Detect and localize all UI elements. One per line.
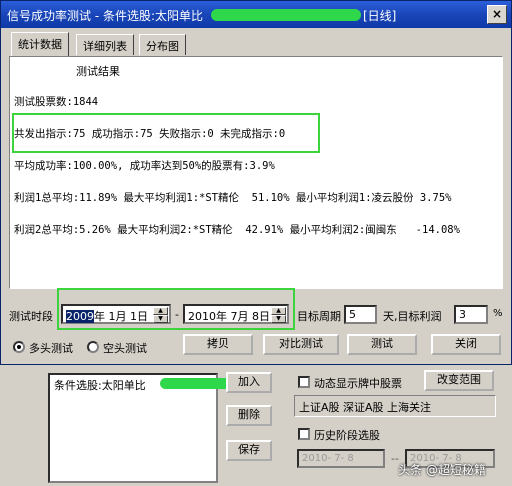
copy-button[interactable]: 拷贝 xyxy=(183,334,253,355)
period-label: 测试时段 xyxy=(9,310,53,323)
results-panel: 测试结果 测试股票数:1844 共发出指示:75 成功指示:75 失败指示:0 … xyxy=(9,56,503,289)
profit1-summary: 利润1总平均:11.89% 最大平均利润1:*ST精伦 51.10% 最小平均利… xyxy=(14,192,452,204)
radio-long-label[interactable]: 多头测试 xyxy=(29,340,73,356)
range-text: 上证A股 深证A股 上海关注 xyxy=(299,401,432,414)
target-profit-label: 天,目标利润 xyxy=(383,310,442,323)
title-bar: 信号成功率测试 - 条件选股:太阳单比 [日线] × xyxy=(1,1,511,28)
change-range-button[interactable]: 改变范围 xyxy=(424,370,494,391)
test-button[interactable]: 测试 xyxy=(347,334,417,355)
condition-list[interactable]: 条件选股:太阳单比 xyxy=(48,373,246,483)
add-button[interactable]: 加入 xyxy=(226,372,272,393)
signals-highlight xyxy=(12,113,320,153)
dynamic-display-label: 动态显示牌中股票 xyxy=(314,377,402,390)
save-button[interactable]: 保存 xyxy=(226,440,272,461)
history-label: 历史阶段选股 xyxy=(314,429,380,442)
close-button[interactable]: 关闭 xyxy=(431,334,501,355)
watermark: 头条 @超短秘籍 xyxy=(398,463,486,477)
compare-test-button[interactable]: 对比测试 xyxy=(263,334,339,355)
history-checkbox[interactable] xyxy=(298,428,310,440)
close-icon[interactable]: × xyxy=(487,5,507,24)
signal-test-dialog: 信号成功率测试 - 条件选股:太阳单比 [日线] × 统计数据 详细列表 分布图… xyxy=(0,0,512,365)
window-title-suffix: [日线] xyxy=(363,9,397,23)
radio-long-test[interactable] xyxy=(13,341,25,353)
percent-label: % xyxy=(493,308,503,319)
target-period-label: 目标周期 xyxy=(297,310,341,323)
window-title: 信号成功率测试 - 条件选股:太阳单比 xyxy=(7,9,204,23)
results-heading: 测试结果 xyxy=(76,65,120,78)
dynamic-display-checkbox[interactable] xyxy=(298,376,310,388)
title-redaction-scribble xyxy=(211,9,361,21)
radio-short-label[interactable]: 空头测试 xyxy=(103,340,147,356)
success-rate: 平均成功率:100.00%, 成功率达到50%的股票有:3.9% xyxy=(14,160,275,172)
condition-list-item[interactable]: 条件选股:太阳单比 xyxy=(54,377,146,393)
history-start-date: 2010- 7- 8 xyxy=(297,449,385,468)
date-range-highlight xyxy=(57,288,295,330)
tab-statistics[interactable]: 统计数据 xyxy=(11,32,69,56)
delete-button[interactable]: 删除 xyxy=(226,405,272,426)
target-period-input[interactable]: 5 xyxy=(344,305,377,324)
tab-distribution[interactable]: 分布图 xyxy=(139,34,186,55)
profit2-summary: 利润2总平均:5.26% 最大平均利润2:*ST精伦 42.91% 最小平均利润… xyxy=(14,224,460,236)
target-profit-input[interactable]: 3 xyxy=(454,305,488,324)
radio-short-test[interactable] xyxy=(87,341,99,353)
tab-detail-list[interactable]: 详细列表 xyxy=(76,34,134,55)
total-stocks: 测试股票数:1844 xyxy=(14,96,99,108)
